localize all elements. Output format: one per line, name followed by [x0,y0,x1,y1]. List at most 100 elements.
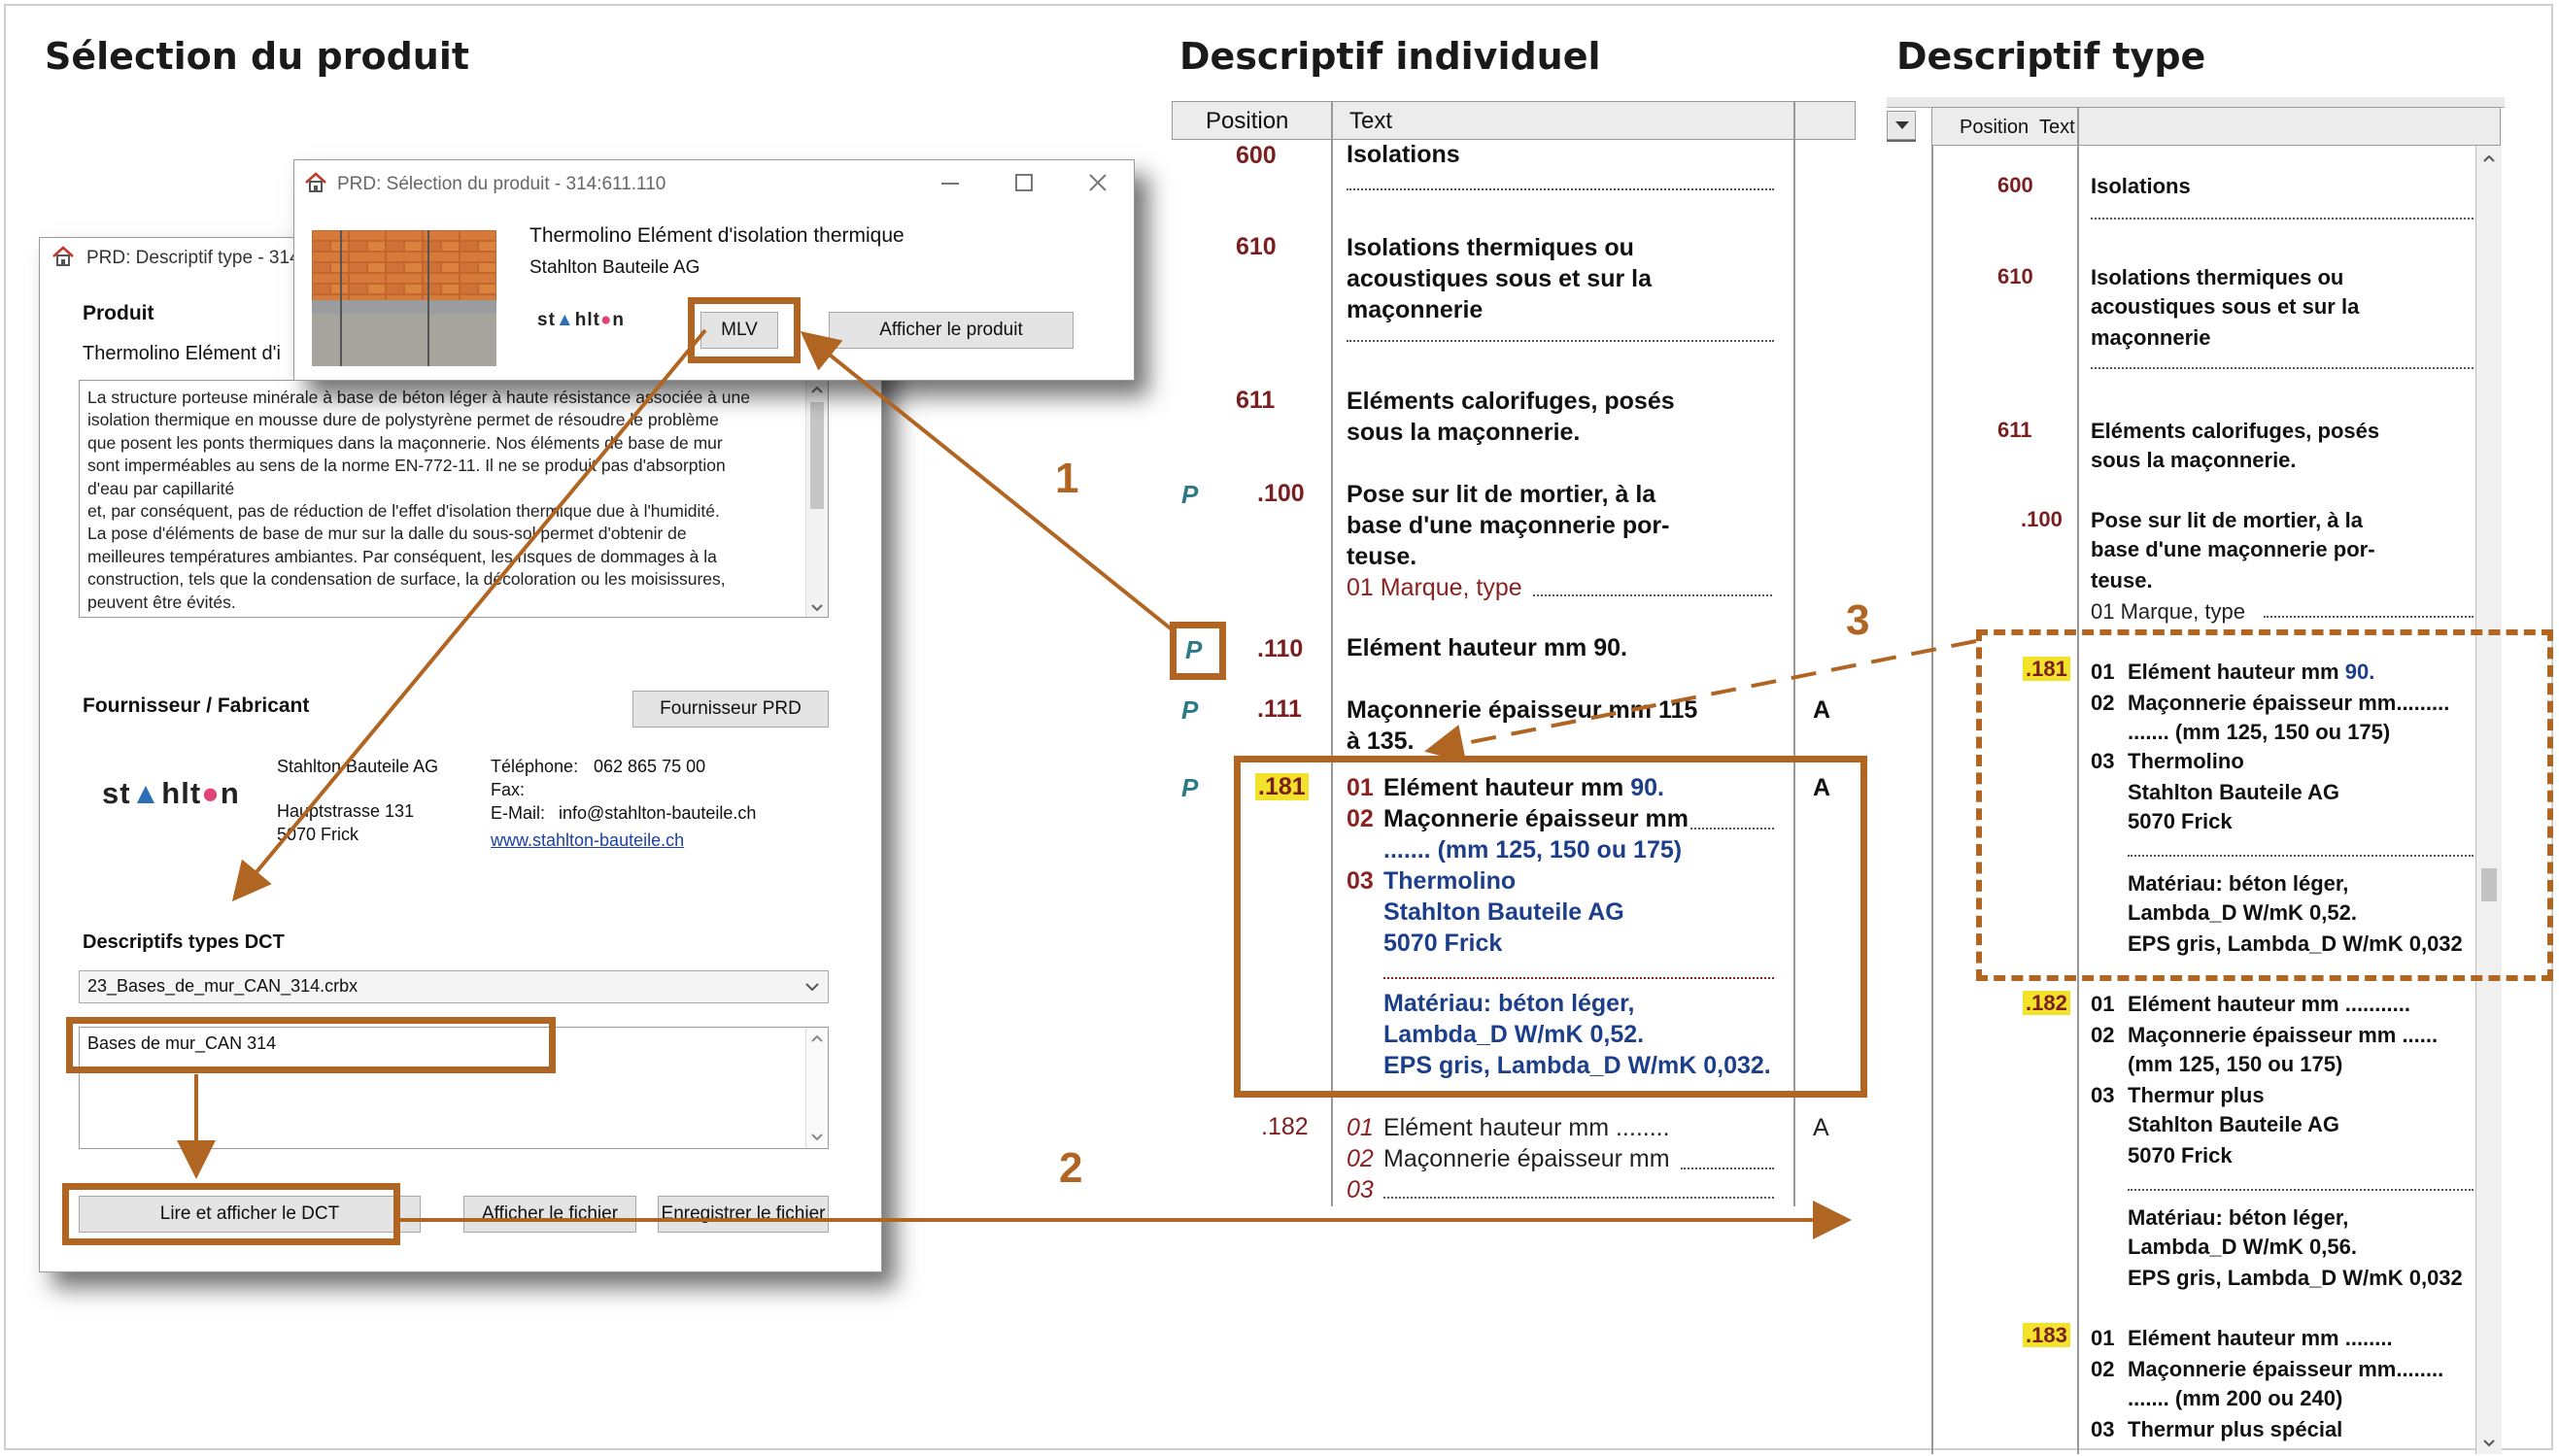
minimize-icon[interactable] [939,178,961,189]
text-111-2: à 135. [1347,728,1415,755]
text-182-01: Elément hauteur mm ........ [1383,1114,1670,1141]
type-text-182-m1: Matériau: béton léger, [2128,1205,2349,1230]
scroll-up-icon[interactable] [810,385,824,394]
callout-3: 3 [1846,596,1870,644]
maximize-icon[interactable] [1013,172,1035,193]
type-col-text-header[interactable]: Text [2039,117,2075,139]
individual-header: Position Text [1172,101,1856,140]
type-pos-183: .183 [2023,1323,2070,1348]
row-181-type-highlight [1976,629,2553,981]
home-icon [52,246,74,266]
type-text-100-3: teuse. [2091,568,2153,593]
callout-2: 2 [1059,1144,1083,1192]
type-text-610-3: maçonnerie [2091,325,2211,350]
type-text-611-2: sous la maçonnerie. [2091,448,2297,472]
scroll-down-icon[interactable] [810,1133,824,1142]
callout-1: 1 [1055,455,1079,502]
text-182-02: Maçonnerie épaisseur mm [1383,1145,1670,1172]
window-title: PRD: Sélection du produit - 314:611.110 [337,174,666,194]
stahlton-logo: st▲hlt●n [537,310,626,330]
type-text-600: Isolations [2091,174,2191,198]
email-label: E-Mail: [491,803,546,823]
text-610-3: maçonnerie [1347,296,1484,323]
email-value[interactable]: info@stahlton-bauteile.ch [559,803,756,824]
type-num-182-03: 03 [2091,1083,2115,1107]
type-header: Position Text [1931,107,2501,146]
p-marker-highlight [1170,622,1226,680]
col-text-header[interactable]: Text [1349,108,1392,135]
type-pos-600: 600 [1997,173,2033,197]
save-file-button[interactable]: Enregistrer le fichier [658,1196,829,1233]
type-num-183-03: 03 [2091,1417,2115,1441]
type-text-182-m2: Lambda_D W/mK 0,56. [2128,1235,2357,1259]
type-text-182-01: Elément hauteur mm ........... [2128,992,2410,1016]
description-scrollbar[interactable] [805,381,828,617]
type-text-182-m3: EPS gris, Lambda_D W/mK 0,032 [2128,1266,2463,1290]
show-product-button[interactable]: Afficher le produit [829,312,1074,349]
text-100-4: 01 Marque, type [1347,574,1522,601]
caret-down-icon[interactable] [1894,120,1910,130]
text-100-2: base d'une maçonnerie por- [1347,512,1670,539]
chevron-down-icon[interactable] [804,981,820,993]
pos-600: 600 [1236,142,1277,169]
heading-individual: Descriptif individuel [1179,35,1601,78]
description-text: La structure porteuse minérale à base de… [87,388,750,612]
dct-file-select[interactable]: 23_Bases_de_mur_CAN_314.crbx [79,970,829,1003]
type-num-182-01: 01 [2091,992,2115,1016]
scroll-down-icon[interactable] [810,603,824,613]
type-left-gutter [1887,140,1916,1456]
window-title: PRD: Descriptif type - 314 [86,248,300,268]
read-dct-highlight [62,1183,400,1245]
home-icon [305,172,326,192]
type-col-position-header[interactable]: Position [1960,117,2029,139]
stahlton-logo: st▲hlt●n [102,776,240,810]
product-photo [312,230,496,366]
dct-list-scrollbar[interactable] [805,1028,828,1148]
fax-label: Fax: [491,780,526,799]
supplier-label: Fournisseur / Fabricant [83,694,310,717]
p-marker-181[interactable]: P [1181,773,1198,803]
product-description-box[interactable]: La structure porteuse minérale à base de… [79,380,829,618]
num-182-03: 03 [1347,1176,1374,1203]
text-611-1: Eléments calorifuges, posés [1347,388,1675,415]
text-111-1: Maçonnerie épaisseur mm 115 [1347,696,1698,724]
type-text-100-1: Pose sur lit de mortier, à la [2091,508,2363,532]
scroll-up-icon[interactable] [810,1033,824,1043]
text-610-1: Isolations thermiques ou [1347,234,1634,261]
pos-182: .182 [1261,1113,1309,1140]
text-610-2: acoustiques sous et sur la [1347,265,1652,292]
descriptif-type-window: PRD: Descriptif type - 314 Produit Therm… [39,237,882,1272]
type-text-610-2: acoustiques sous et sur la [2091,294,2360,319]
p-marker-100[interactable]: P [1181,480,1198,510]
company-name: Stahlton Bauteile AG [277,757,439,776]
pos-611: 611 [1236,387,1276,414]
type-num-183-02: 02 [2091,1357,2115,1381]
row-181-highlight [1234,756,1867,1098]
scroll-up-icon[interactable] [2482,153,2496,163]
num-182-01: 01 [1347,1114,1374,1141]
p-marker-111[interactable]: P [1181,695,1198,726]
col-position-header[interactable]: Position [1206,108,1288,135]
company-street: Hauptstrasse 131 [277,801,415,821]
fournisseur-prd-button[interactable]: Fournisseur PRD [632,691,829,728]
dct-label: Descriptifs types DCT [83,931,285,953]
scroll-down-icon[interactable] [2482,1439,2496,1448]
type-text-183-02: Maçonnerie épaisseur mm........ [2128,1357,2444,1381]
scroll-thumb[interactable] [810,402,824,509]
type-text-182-03c: 5070 Frick [2128,1143,2233,1168]
flag-182: A [1813,1114,1829,1141]
text-100-1: Pose sur lit de mortier, à la [1347,481,1656,508]
product-manufacturer: Stahlton Bauteile AG [529,257,700,278]
close-icon[interactable] [1087,172,1109,193]
type-text-611-1: Eléments calorifuges, posés [2091,419,2380,443]
show-file-button[interactable]: Afficher le fichier [463,1196,636,1233]
flag-111: A [1813,696,1831,724]
text-600: Isolations [1347,141,1460,168]
text-100-3: teuse. [1347,543,1417,570]
type-dropdown-button[interactable] [1887,111,1916,140]
product-name: Thermolino Elément d'isolation thermique [529,224,904,247]
pos-110: .110 [1257,635,1304,662]
phone-value: 062 865 75 00 [594,757,706,776]
heading-selection: Sélection du produit [45,35,470,78]
website-link[interactable]: www.stahlton-bauteile.ch [491,830,684,851]
